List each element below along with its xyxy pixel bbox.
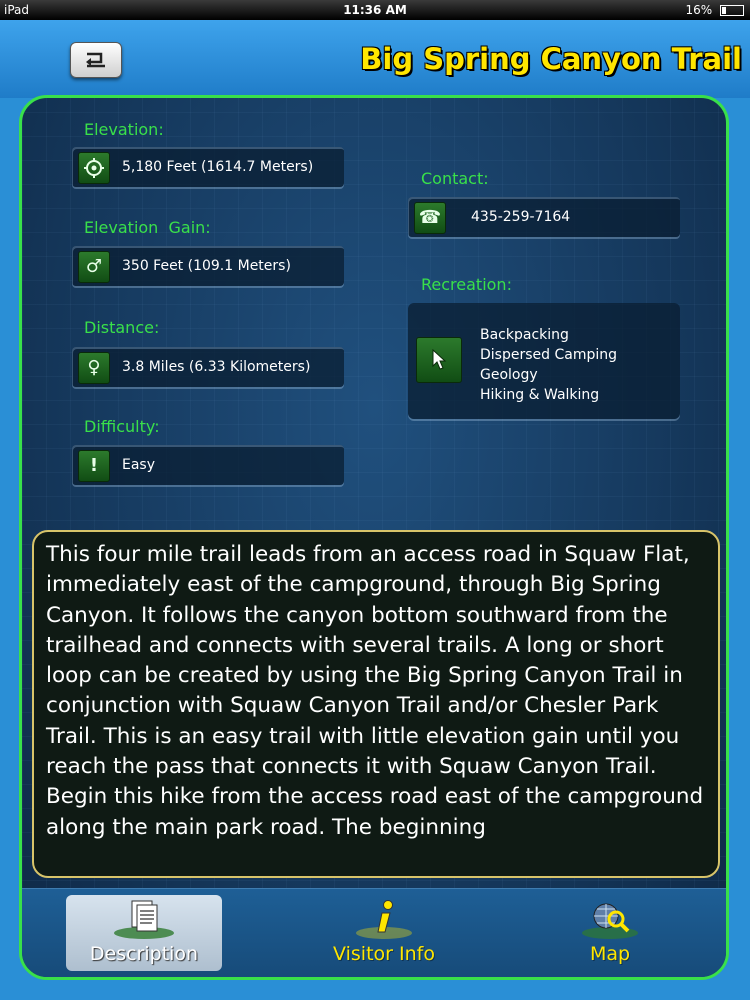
distance-label: Distance: <box>84 318 160 337</box>
recreation-item: Hiking & Walking <box>480 387 600 403</box>
distance-value: 3.8 Miles (6.33 Kilometers) <box>122 359 311 375</box>
contact-field[interactable]: ☎ 435-259-7164 <box>408 197 680 237</box>
globe-search-icon <box>582 903 638 939</box>
male-symbol-icon: ♂ <box>78 251 110 283</box>
difficulty-field: ! Easy <box>72 445 344 485</box>
cursor-icon[interactable] <box>416 337 462 383</box>
elevation-field: 5,180 Feet (1614.7 Meters) <box>72 147 344 187</box>
back-arrow-icon <box>86 52 105 68</box>
elevation-value: 5,180 Feet (1614.7 Meters) <box>122 159 314 175</box>
recreation-item: Backpacking <box>480 327 569 343</box>
battery-icon <box>720 5 744 16</box>
recreation-item: Geology <box>480 367 538 383</box>
difficulty-label: Difficulty: <box>84 417 160 436</box>
tab-bar: Description Visitor Info Map <box>22 888 726 977</box>
back-button[interactable] <box>70 42 122 78</box>
elevation-gain-field: ♂ 350 Feet (109.1 Meters) <box>72 246 344 286</box>
contact-value[interactable]: 435-259-7164 <box>471 197 570 237</box>
battery-percent: 16% <box>685 3 713 17</box>
tab-visitor-info[interactable]: Visitor Info <box>306 895 462 971</box>
page-title: Big Spring Canyon Trail <box>360 42 742 76</box>
elevation-label: Elevation: <box>84 120 164 139</box>
tab-description[interactable]: Description <box>66 895 222 971</box>
contact-label: Contact: <box>421 169 489 188</box>
distance-field: ♀ 3.8 Miles (6.33 Kilometers) <box>72 347 344 387</box>
crosshair-icon <box>78 152 110 184</box>
description-text: This four mile trail leads from an acces… <box>46 542 704 840</box>
header: Big Spring Canyon Trail <box>0 20 750 98</box>
tab-visitor-info-label: Visitor Info <box>333 943 435 965</box>
exclamation-icon: ! <box>78 450 110 482</box>
female-symbol-icon: ♀ <box>78 352 110 384</box>
description-box[interactable]: This four mile trail leads from an acces… <box>32 530 720 878</box>
status-bar: iPad 11:36 AM 16% <box>0 0 750 20</box>
status-time: 11:36 AM <box>343 3 407 17</box>
recreation-list: Backpacking Dispersed Camping Geology Hi… <box>480 325 617 405</box>
tab-map[interactable]: Map <box>532 895 688 971</box>
phone-icon: ☎ <box>414 202 446 234</box>
tab-description-label: Description <box>89 943 199 965</box>
tab-map-label: Map <box>589 943 631 965</box>
recreation-field: Backpacking Dispersed Camping Geology Hi… <box>408 303 680 419</box>
trail-details-panel: Elevation: 5,180 Feet (1614.7 Meters) El… <box>19 95 729 980</box>
recreation-item: Dispersed Camping <box>480 347 617 363</box>
info-icon <box>356 900 412 939</box>
document-icon <box>114 900 174 939</box>
elevation-gain-value: 350 Feet (109.1 Meters) <box>122 258 291 274</box>
difficulty-value: Easy <box>122 457 156 473</box>
elevation-gain-label: Elevation Gain: <box>84 218 211 237</box>
recreation-label: Recreation: <box>421 275 512 294</box>
battery-indicator: 16% <box>685 0 744 20</box>
